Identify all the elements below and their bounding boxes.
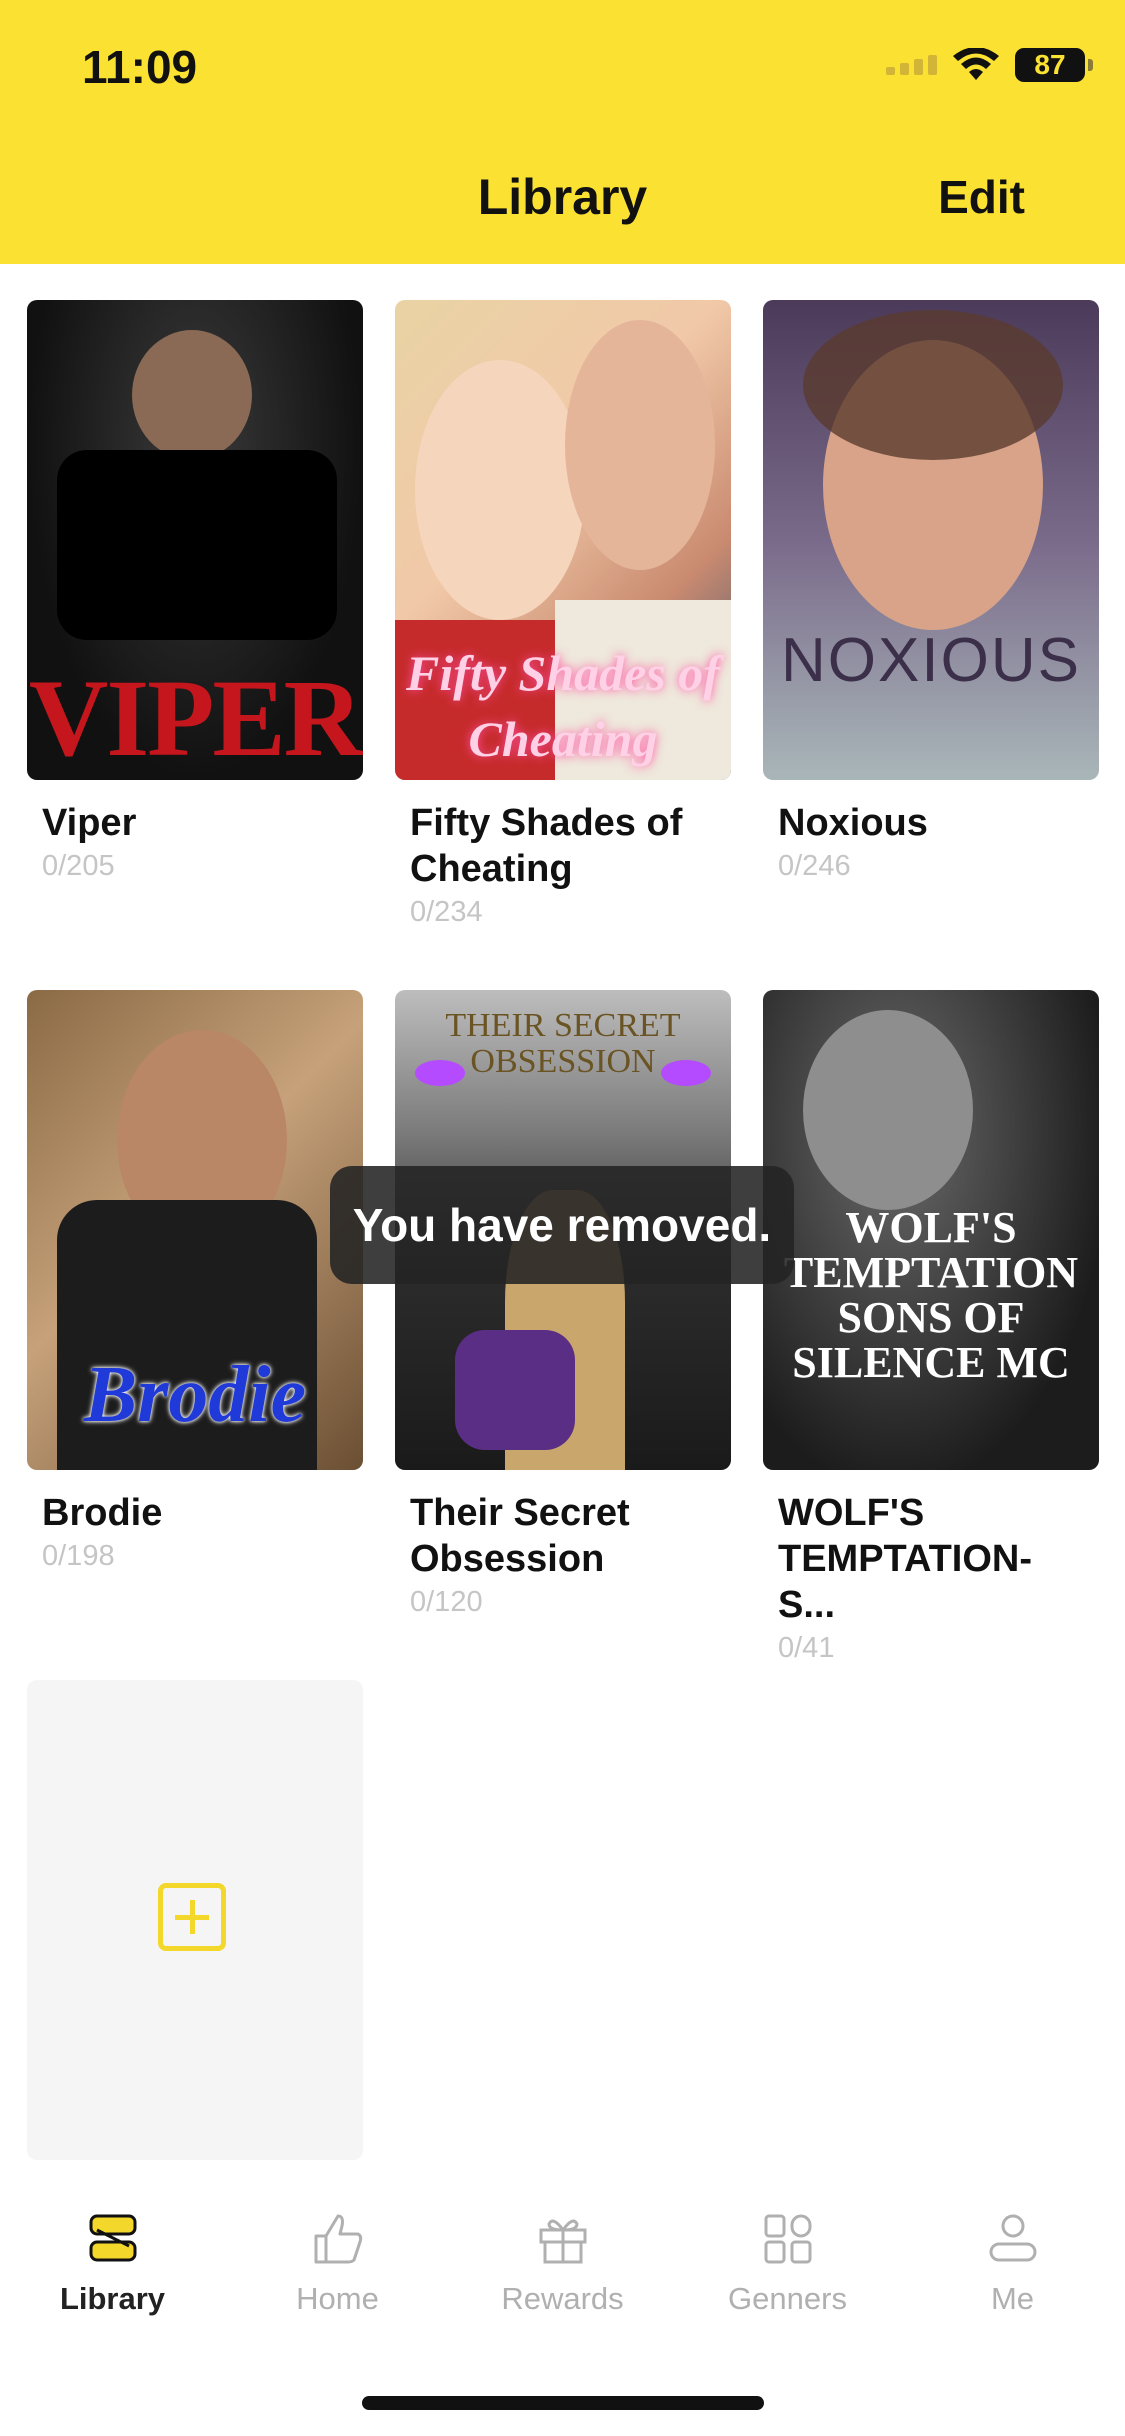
book-card-their-secret-obsession[interactable]: THEIR SECRET OBSESSION Their Secret Obse…	[395, 990, 731, 1619]
book-title: WOLF'S TEMPTATION- S...	[778, 1492, 1032, 1626]
book-title: Viper	[42, 802, 137, 844]
cover-title: NOXIOUS	[781, 626, 1081, 695]
grid-icon	[764, 2214, 811, 2264]
tab-library[interactable]: Library	[0, 2210, 225, 2317]
book-progress: 0/198	[42, 1540, 115, 1572]
tab-label: Home	[296, 2281, 379, 2316]
wifi-icon	[953, 48, 999, 80]
battery-icon: 87	[1015, 48, 1093, 82]
tab-genners[interactable]: Genners	[675, 2210, 900, 2317]
book-progress: 0/234	[410, 896, 483, 928]
book-progress: 0/205	[42, 850, 115, 882]
tab-label: Rewards	[501, 2281, 624, 2316]
book-cover[interactable]: WOLF'S TEMPTATION SONS OF SILENCE MC	[763, 990, 1099, 1470]
tab-label: Me	[990, 2281, 1035, 2316]
book-card-fifty-shades[interactable]: Fifty Shades of Cheating Fifty Shades of…	[395, 300, 731, 929]
book-cover[interactable]: Brodie	[27, 990, 363, 1470]
book-card-viper[interactable]: VIPER Viper 0/205	[27, 300, 363, 883]
toast-message: You have removed.	[330, 1166, 794, 1284]
cover-title: Brodie	[83, 1351, 307, 1439]
plus-icon	[158, 1883, 226, 1951]
status-icons: 87	[886, 48, 1093, 82]
tab-home[interactable]: Home	[225, 2210, 450, 2317]
gift-icon	[539, 2219, 586, 2264]
book-title: Noxious	[778, 802, 928, 844]
book-title: Their Secret Obsession	[410, 1492, 630, 1580]
book-card-wolfs-temptation[interactable]: WOLF'S TEMPTATION SONS OF SILENCE MC WOL…	[763, 990, 1099, 1665]
book-cover[interactable]: NOXIOUS	[763, 300, 1099, 780]
cover-title: VIPER	[28, 657, 363, 779]
tab-label: Library	[59, 2281, 166, 2316]
book-progress: 0/246	[778, 850, 851, 882]
add-book-card[interactable]	[27, 1680, 363, 2160]
cover-title: THEIR SECRET OBSESSION	[445, 1007, 681, 1080]
tab-me[interactable]: Me	[900, 2210, 1125, 2317]
book-cover[interactable]: VIPER	[27, 300, 363, 780]
home-indicator	[362, 2396, 764, 2410]
cover-title: Fifty Shades of Cheating	[406, 645, 720, 767]
person-icon	[989, 2214, 1036, 2262]
book-progress: 0/41	[778, 1632, 835, 1664]
signal-icon	[886, 55, 937, 75]
header-bar: 11:09 87 Library Edit	[0, 0, 1125, 264]
edit-button[interactable]: Edit	[938, 170, 1025, 224]
book-cover[interactable]: Fifty Shades of Cheating	[395, 300, 731, 780]
book-card-noxious[interactable]: NOXIOUS Noxious 0/246	[763, 300, 1099, 883]
cover-title: WOLF'S TEMPTATION SONS OF SILENCE MC	[783, 1203, 1079, 1387]
tab-rewards[interactable]: Rewards	[450, 2210, 675, 2317]
book-progress: 0/120	[410, 1586, 483, 1618]
book-card-brodie[interactable]: Brodie Brodie 0/198	[27, 990, 363, 1573]
status-time: 11:09	[82, 41, 198, 93]
library-icon	[89, 2214, 136, 2262]
book-title: Brodie	[42, 1492, 163, 1534]
thumbs-up-icon	[314, 2214, 362, 2264]
book-title: Fifty Shades of Cheating	[410, 802, 683, 890]
tab-label: Genners	[728, 2281, 847, 2316]
